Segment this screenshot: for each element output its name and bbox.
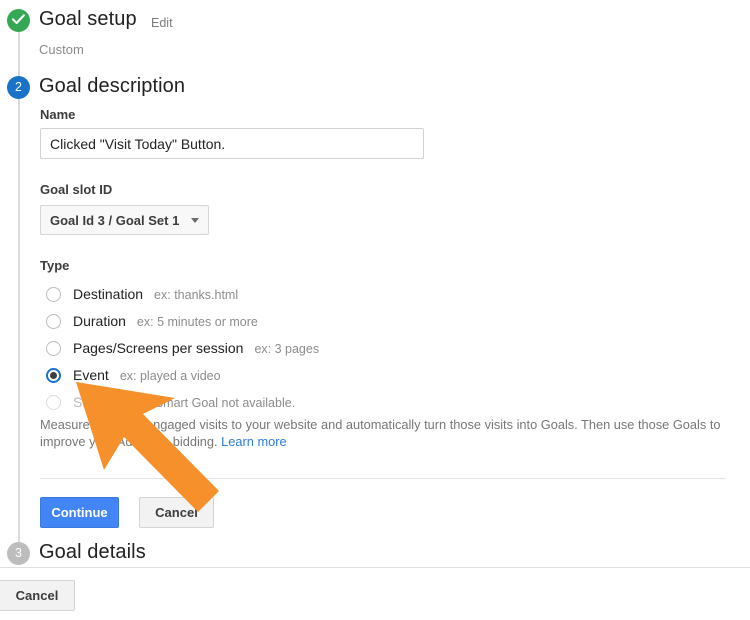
- type-label: Type: [40, 258, 70, 273]
- step-2-indicator: 2: [7, 76, 30, 99]
- chevron-down-icon: [191, 217, 200, 223]
- edit-goal-setup-link[interactable]: Edit: [151, 16, 173, 30]
- name-label: Name: [40, 107, 76, 122]
- radio-example-destination: ex: thanks.html: [154, 288, 239, 302]
- radio-indicator-smart-goal: [46, 394, 61, 410]
- step-2-title: Goal description: [39, 75, 186, 97]
- radio-label-pages-per-session: Pages/Screens per session: [73, 340, 244, 356]
- smart-goal-description: Measure the most engaged visits to your …: [40, 416, 730, 450]
- goal-slot-id-label: Goal slot ID: [40, 182, 113, 197]
- radio-example-event: ex: played a video: [119, 369, 221, 383]
- radio-indicator-destination[interactable]: [46, 286, 61, 302]
- cancel-button[interactable]: Cancel: [139, 497, 214, 528]
- radio-option-duration[interactable]: Duration ex: 5 minutes or more: [46, 313, 258, 329]
- radio-option-destination[interactable]: Destination ex: thanks.html: [46, 286, 238, 302]
- radio-option-smart-goal: Smart Goal Smart Goal not available.: [46, 394, 295, 410]
- radio-label-duration: Duration: [73, 313, 126, 329]
- smart-goal-description-text: Measure the most engaged visits to your …: [40, 417, 721, 449]
- radio-indicator-duration[interactable]: [46, 313, 61, 329]
- step-3-title: Goal details: [39, 541, 146, 563]
- goal-name-input[interactable]: [40, 128, 424, 159]
- section-divider: [40, 478, 726, 479]
- learn-more-link[interactable]: Learn more: [221, 434, 286, 449]
- check-icon: [12, 14, 25, 25]
- step-3-indicator: 3: [7, 542, 30, 565]
- radio-example-duration: ex: 5 minutes or more: [136, 315, 258, 329]
- step-1-subtitle: Custom: [39, 42, 84, 57]
- radio-label-event: Event: [73, 367, 109, 383]
- footer-cancel-button[interactable]: Cancel: [0, 580, 75, 611]
- radio-option-pages-per-session[interactable]: Pages/Screens per session ex: 3 pages: [46, 340, 319, 356]
- radio-indicator-pages-per-session[interactable]: [46, 340, 61, 356]
- radio-label-smart-goal: Smart Goal: [73, 394, 144, 410]
- step-1-title: Goal setup: [39, 8, 137, 30]
- radio-option-event[interactable]: Event ex: played a video: [46, 367, 221, 383]
- goal-slot-id-value: Goal Id 3 / Goal Set 1: [50, 212, 180, 228]
- footer-divider: [0, 567, 750, 568]
- radio-indicator-event[interactable]: [46, 367, 61, 383]
- continue-button[interactable]: Continue: [40, 497, 119, 528]
- step-1-indicator-complete: [7, 9, 30, 32]
- goal-slot-id-select[interactable]: Goal Id 3 / Goal Set 1: [40, 205, 210, 235]
- stepper-rail: [18, 28, 20, 556]
- radio-example-pages-per-session: ex: 3 pages: [254, 342, 320, 356]
- radio-label-destination: Destination: [73, 286, 144, 302]
- radio-example-smart-goal: Smart Goal not available.: [154, 396, 296, 410]
